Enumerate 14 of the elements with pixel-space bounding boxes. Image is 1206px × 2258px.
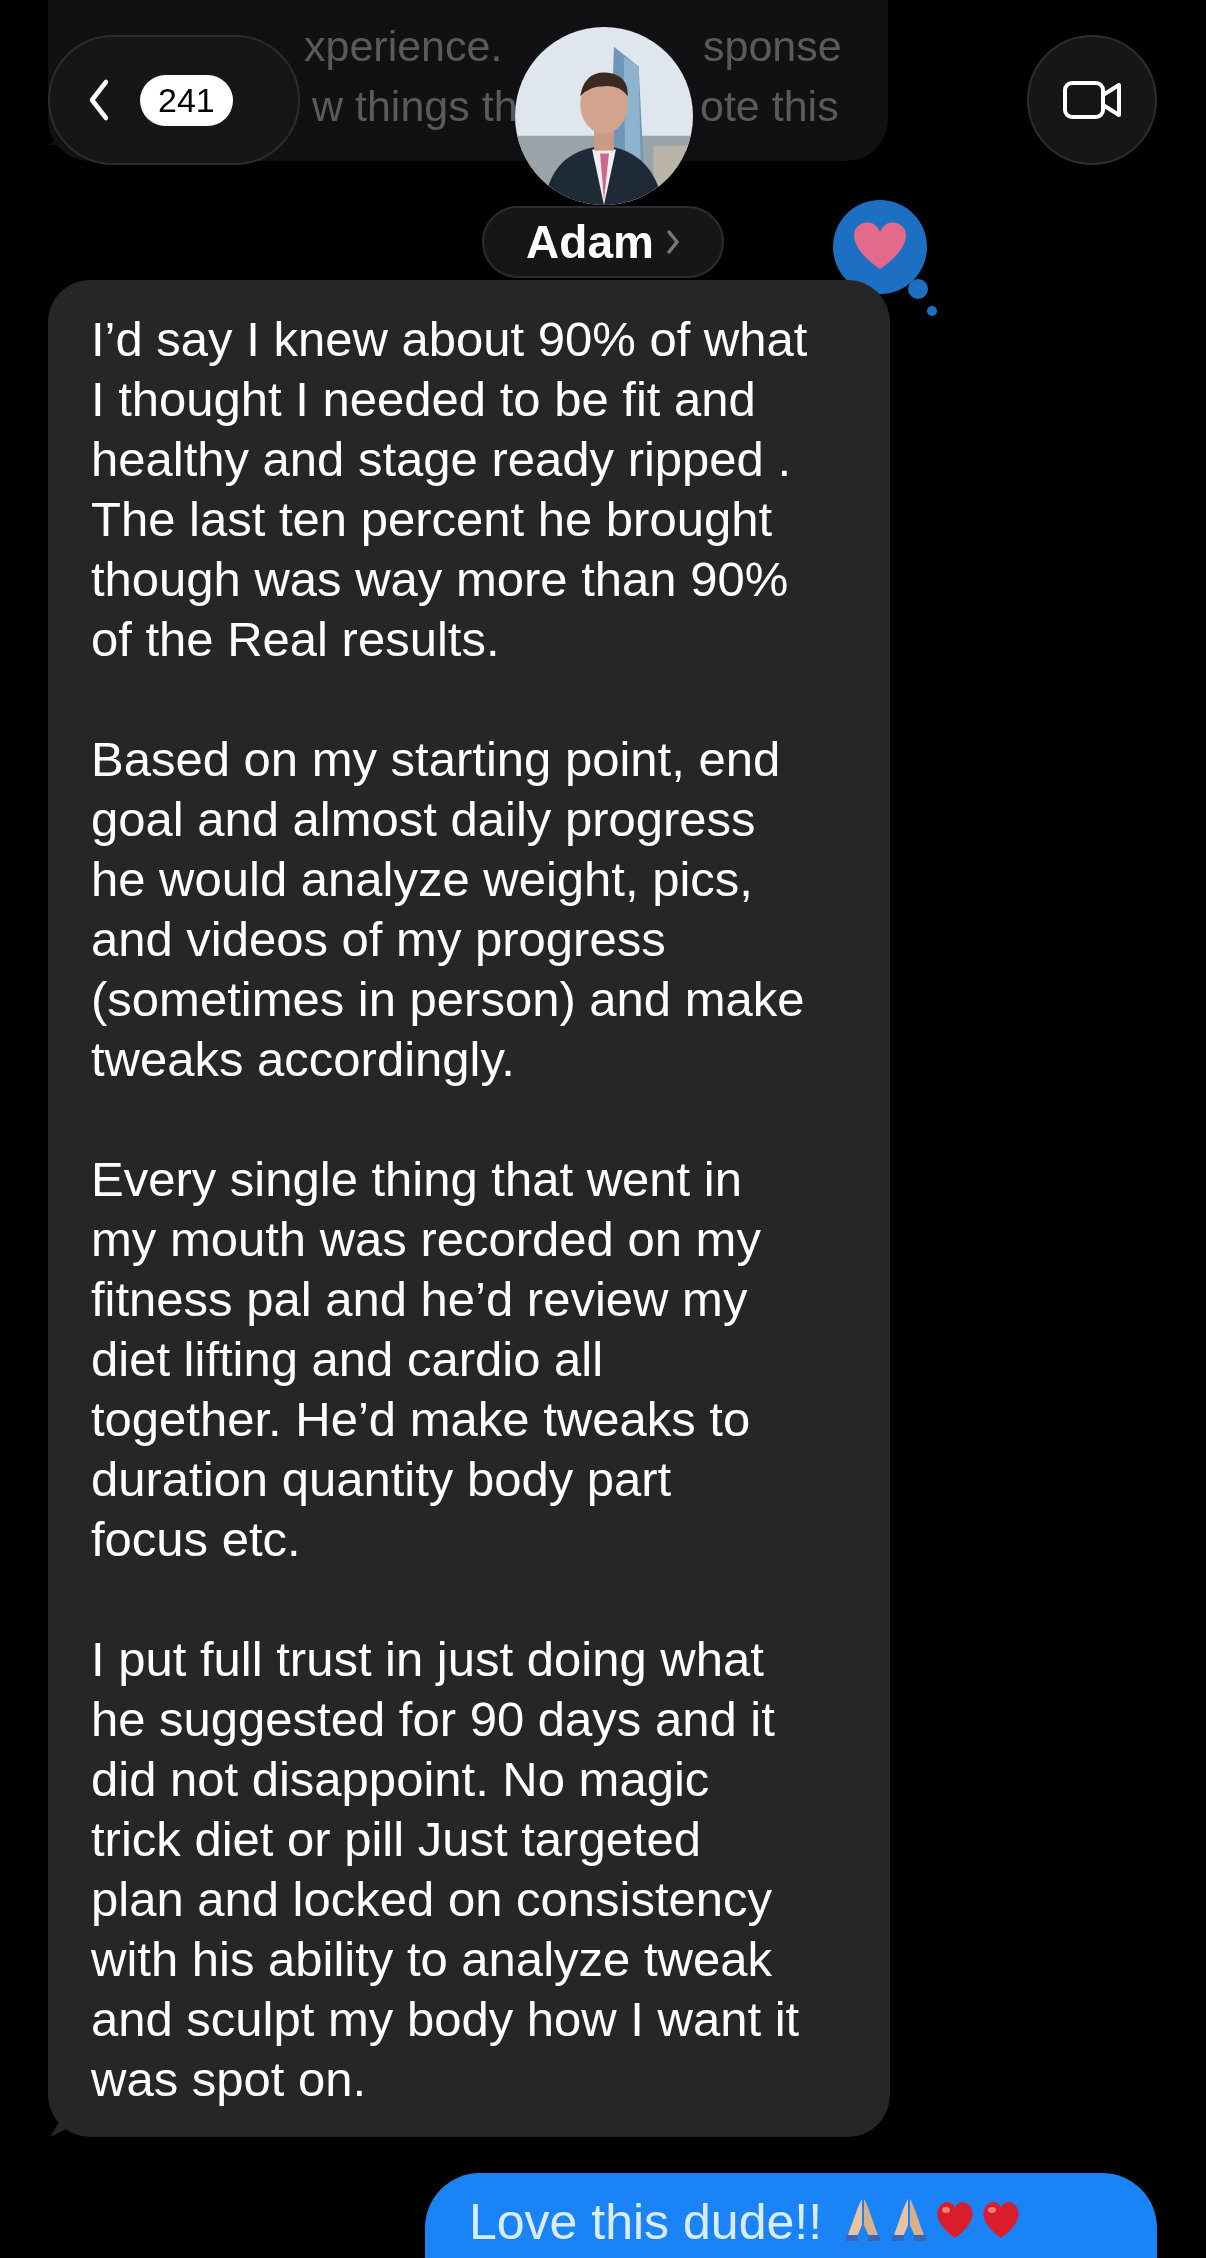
message-text: sponse [703,21,842,71]
unread-count-badge: 241 [140,74,233,126]
chevron-icon [665,229,680,255]
message-text: w things th [312,81,518,131]
video-camera-icon [1062,78,1122,122]
message-text: I put full trust in just doing what he suggested for 90 days and it did not disappoint. No magic trick diet or pill Just targeted plan and locked on consistency with his ability to analyze tweak and sculpt my body how I want it was spot on. [91,1631,801,2108]
message-text: I’d say I knew about 90% of what I thought I needed to be fit and healthy and stage ready ripped . The last ten percent he brought though was way more than 90% of the Real results. [91,311,809,668]
message-text: xperience. [304,21,503,71]
message-text: Every single thing that went in my mouth was recorded on my fitness pal and he’d review my diet lifting and cardio all together. He’d make tweaks to duration quantity body part focus etc. [91,1151,762,1568]
message-text: ote this [700,81,839,131]
contact-name-button[interactable]: Adam [482,206,724,278]
back-button[interactable]: 241 [48,35,300,165]
message-text: Based on my starting point, end goal and almost daily progress he would analyze weight, pics, and videos of my progress (sometimes in person) and make tweaks accordingly. [91,731,806,1088]
message-text: Love this dude!! [469,2195,823,2250]
